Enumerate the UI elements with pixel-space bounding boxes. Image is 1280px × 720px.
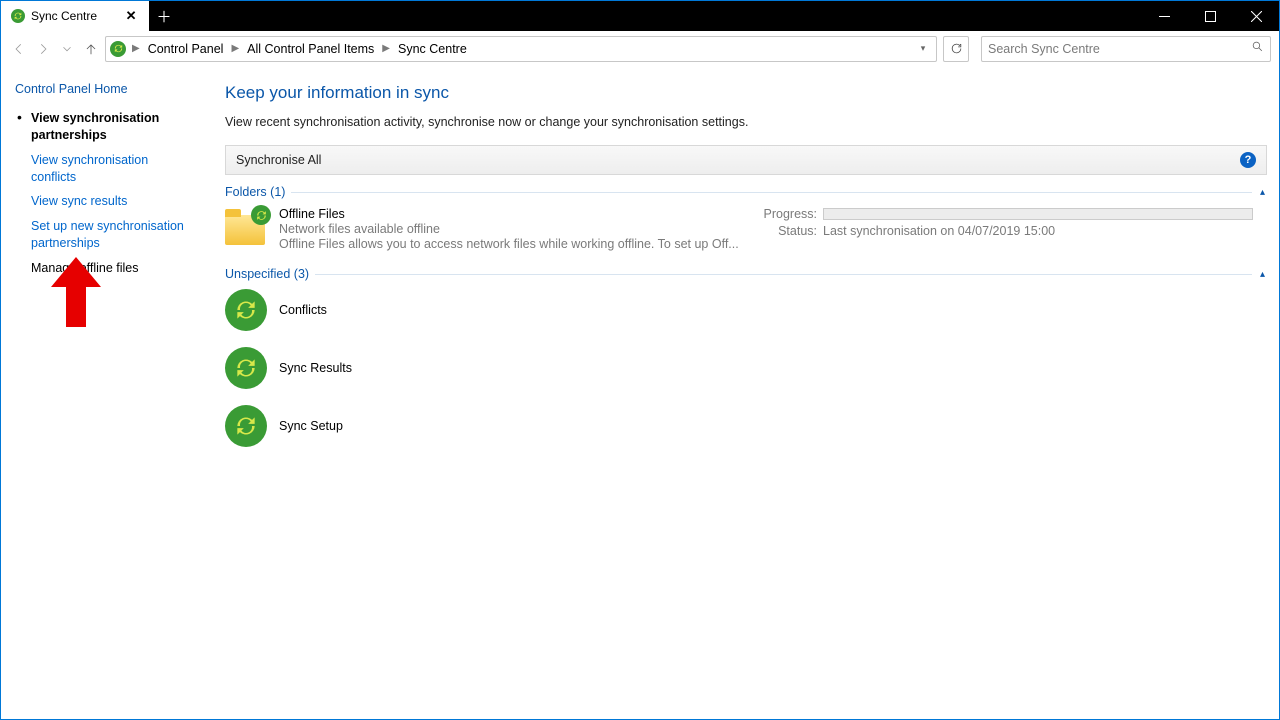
breadcrumb-control-panel[interactable]: Control Panel bbox=[146, 42, 226, 56]
progress-bar bbox=[823, 208, 1253, 220]
divider bbox=[291, 192, 1252, 193]
sync-icon bbox=[110, 41, 126, 57]
search-input[interactable] bbox=[988, 42, 1251, 56]
sidebar-item-view-partnerships[interactable]: View synchronisation partnerships bbox=[31, 110, 193, 144]
recent-locations-button[interactable] bbox=[57, 39, 77, 59]
status-label: Status: bbox=[759, 224, 817, 238]
forward-button[interactable] bbox=[33, 39, 53, 59]
back-button[interactable] bbox=[9, 39, 29, 59]
page-subtitle: View recent synchronisation activity, sy… bbox=[225, 115, 1267, 129]
chevron-right-icon: ▶ bbox=[229, 43, 241, 54]
search-icon bbox=[1251, 40, 1264, 58]
new-tab-button[interactable]: ＋ bbox=[149, 1, 179, 31]
item-desc-1: Network files available offline bbox=[279, 222, 749, 236]
item-name: Offline Files bbox=[279, 207, 749, 221]
item-label: Sync Results bbox=[279, 361, 352, 375]
sidebar-item-view-conflicts[interactable]: View synchronisation conflicts bbox=[31, 152, 193, 186]
content-area: Control Panel Home View synchronisation … bbox=[1, 67, 1279, 719]
collapse-unspecified-icon[interactable]: ▴ bbox=[1258, 269, 1267, 280]
divider bbox=[315, 274, 1252, 275]
sync-icon bbox=[11, 9, 25, 23]
group-label: Folders (1) bbox=[225, 185, 285, 199]
titlebar-drag-region[interactable] bbox=[179, 1, 1141, 31]
sidebar-item-label: View sync results bbox=[31, 193, 193, 210]
up-button[interactable] bbox=[81, 39, 101, 59]
offline-files-item[interactable]: Offline Files Network files available of… bbox=[225, 203, 1267, 257]
main-panel: Keep your information in sync View recen… bbox=[201, 67, 1279, 719]
sidebar-item-label: View synchronisation partnerships bbox=[31, 110, 193, 144]
sidebar-item-label: View synchronisation conflicts bbox=[31, 152, 193, 186]
item-label: Conflicts bbox=[279, 303, 327, 317]
maximize-button[interactable] bbox=[1187, 1, 1233, 31]
sidebar-item-setup-partnerships[interactable]: Set up new synchronisation partnerships bbox=[31, 218, 193, 252]
sync-icon bbox=[225, 405, 267, 447]
sidebar: Control Panel Home View synchronisation … bbox=[1, 67, 201, 719]
sidebar-items: View synchronisation partnerships View s… bbox=[15, 110, 193, 277]
offline-files-info: Offline Files Network files available of… bbox=[279, 207, 749, 251]
tab-sync-centre[interactable]: Sync Centre ✕ bbox=[1, 1, 149, 31]
minimize-button[interactable] bbox=[1141, 1, 1187, 31]
annotation-arrow-icon bbox=[51, 257, 101, 330]
address-dropdown-icon[interactable]: ▾ bbox=[914, 43, 932, 54]
item-desc-2: Offline Files allows you to access netwo… bbox=[279, 237, 749, 251]
control-panel-home-link[interactable]: Control Panel Home bbox=[15, 81, 193, 98]
close-tab-icon[interactable]: ✕ bbox=[123, 8, 139, 24]
group-label: Unspecified (3) bbox=[225, 267, 309, 281]
chevron-right-icon: ▶ bbox=[130, 43, 142, 54]
help-button[interactable]: ? bbox=[1240, 152, 1256, 168]
progress-label: Progress: bbox=[759, 207, 817, 221]
sync-icon bbox=[225, 289, 267, 331]
breadcrumb-all-items[interactable]: All Control Panel Items bbox=[245, 42, 376, 56]
window-controls bbox=[1141, 1, 1279, 31]
conflicts-item[interactable]: Conflicts bbox=[225, 285, 1267, 343]
address-bar[interactable]: ▶ Control Panel ▶ All Control Panel Item… bbox=[105, 36, 937, 62]
sidebar-item-view-results[interactable]: View sync results bbox=[31, 193, 193, 210]
breadcrumb-sync-centre[interactable]: Sync Centre bbox=[396, 42, 469, 56]
synchronise-all-button[interactable]: Synchronise All bbox=[236, 153, 321, 167]
item-label: Sync Setup bbox=[279, 419, 343, 433]
navigation-bar: ▶ Control Panel ▶ All Control Panel Item… bbox=[1, 31, 1279, 67]
group-header-unspecified: Unspecified (3) ▴ bbox=[225, 267, 1267, 281]
status-value: Last synchronisation on 04/07/2019 15:00 bbox=[823, 224, 1055, 238]
page-title: Keep your information in sync bbox=[225, 83, 1267, 103]
collapse-folders-icon[interactable]: ▴ bbox=[1258, 187, 1267, 198]
window: Sync Centre ✕ ＋ ▶ Control Panel ▶ All Co… bbox=[0, 0, 1280, 720]
sync-setup-item[interactable]: Sync Setup bbox=[225, 401, 1267, 459]
sync-results-item[interactable]: Sync Results bbox=[225, 343, 1267, 401]
sync-icon bbox=[225, 347, 267, 389]
search-box[interactable] bbox=[981, 36, 1271, 62]
tab-title: Sync Centre bbox=[31, 9, 97, 23]
toolbar: Synchronise All ? bbox=[225, 145, 1267, 175]
close-window-button[interactable] bbox=[1233, 1, 1279, 31]
tab-strip: Sync Centre ✕ ＋ bbox=[1, 1, 179, 31]
chevron-right-icon: ▶ bbox=[380, 43, 392, 54]
group-header-folders: Folders (1) ▴ bbox=[225, 185, 1267, 199]
titlebar: Sync Centre ✕ ＋ bbox=[1, 1, 1279, 31]
refresh-button[interactable] bbox=[943, 36, 969, 62]
progress-block: Progress: Status: Last synchronisation o… bbox=[759, 207, 1267, 241]
offline-files-icon bbox=[225, 207, 269, 245]
sidebar-item-label: Set up new synchronisation partnerships bbox=[31, 218, 193, 252]
